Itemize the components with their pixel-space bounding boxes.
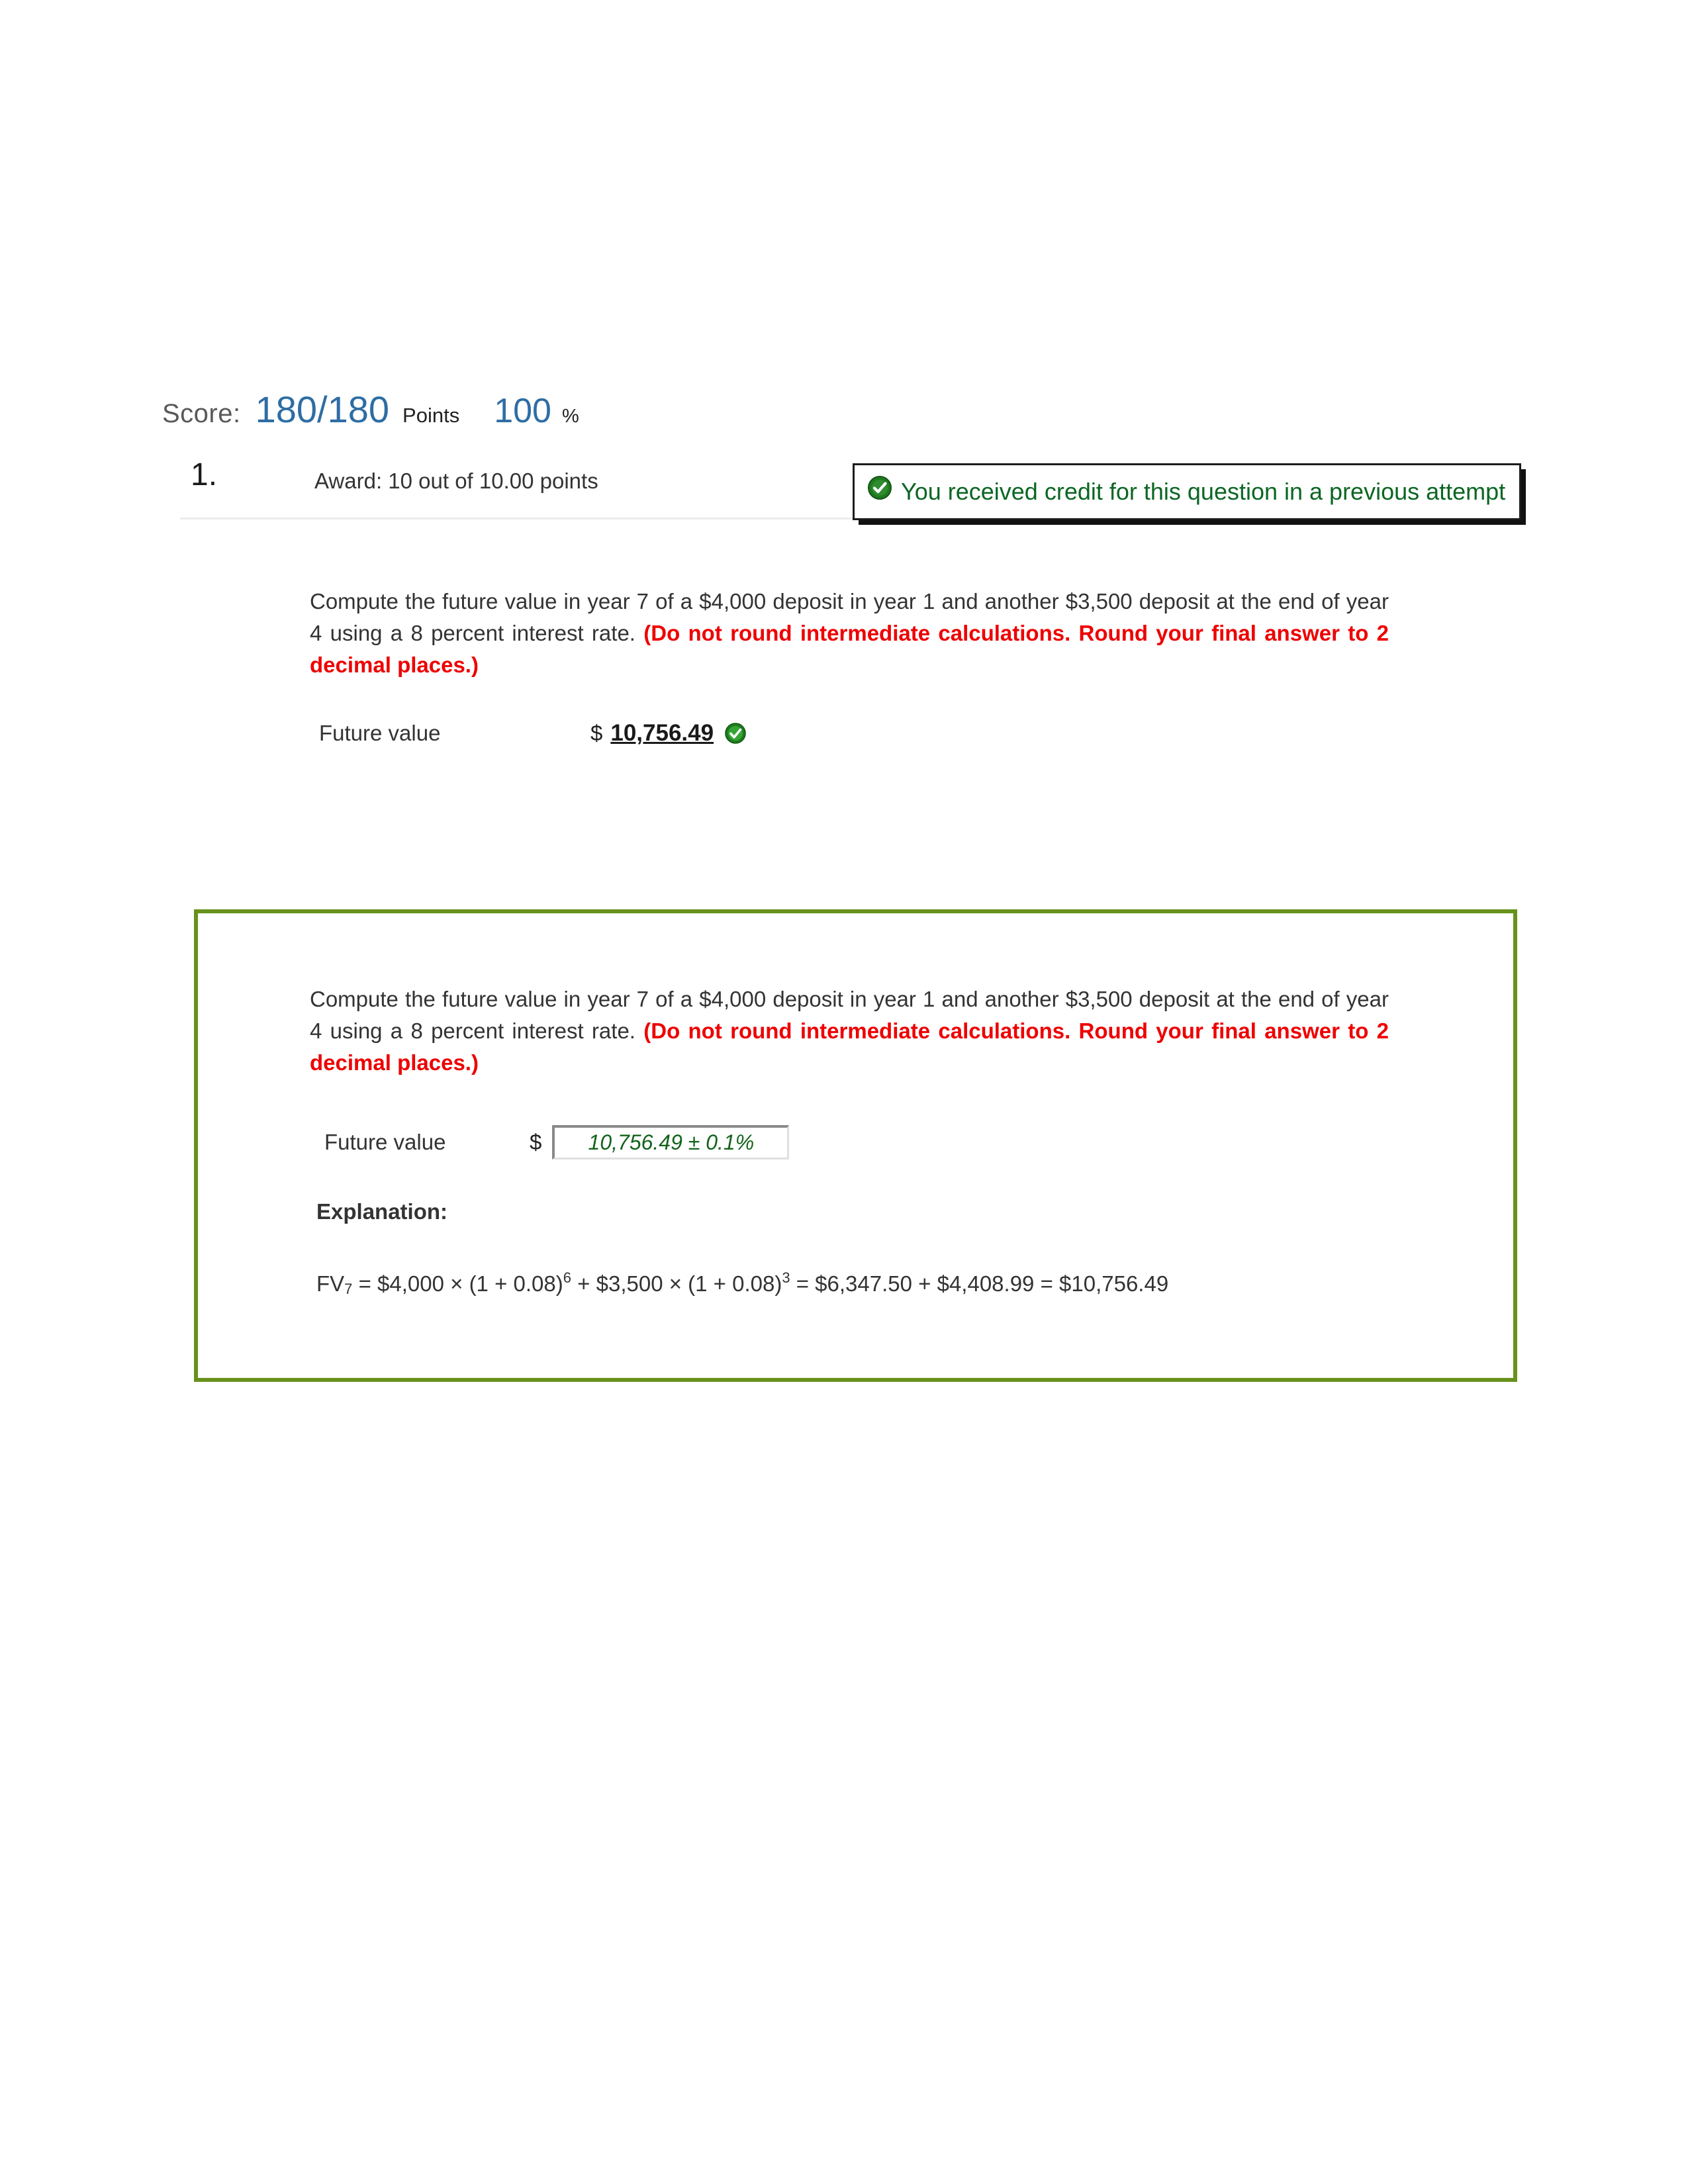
formula-fv-subscript: 7 <box>344 1281 353 1297</box>
question-prompt: Compute the future value in year 7 of a … <box>310 586 1389 681</box>
award-divider <box>180 518 855 520</box>
score-points-label: Points <box>402 404 460 427</box>
check-circle-icon <box>867 475 893 501</box>
formula-fv-symbol: FV <box>316 1271 345 1296</box>
formula-part2: + $3,500 × (1 + 0.08) <box>571 1271 782 1296</box>
score-summary: Score: 180/180 Points 100 % <box>162 388 579 431</box>
explanation-formula: FV7 = $4,000 × (1 + 0.08)6 + $3,500 × (1… <box>316 1269 1168 1298</box>
explanation-heading: Explanation: <box>316 1199 448 1224</box>
score-percent-sign: % <box>561 406 579 427</box>
score-label: Score: <box>162 399 241 428</box>
question-number: 1. <box>191 457 218 492</box>
answer-value: 10,756.49 <box>610 720 714 746</box>
score-value: 180/180 <box>255 388 390 430</box>
answer-row: Future value $ 10,756.49 <box>319 720 747 747</box>
formula-part1: = $4,000 × (1 + 0.08) <box>352 1271 563 1296</box>
formula-tail: = $6,347.50 + $4,408.99 = $10,756.49 <box>790 1271 1169 1296</box>
explanation-answer-row: Future value $ 10,756.49 ± 0.1% <box>324 1125 790 1160</box>
award-text: Award: 10 out of 10.00 points <box>314 469 598 493</box>
future-value-input[interactable]: 10,756.49 ± 0.1% <box>552 1125 790 1160</box>
explanation-answer-label: Future value <box>324 1130 446 1154</box>
credit-banner-text: You received credit for this question in… <box>901 478 1506 505</box>
future-value-input-value: 10,756.49 ± 0.1% <box>588 1130 755 1154</box>
check-circle-icon <box>724 722 747 745</box>
formula-exponent-1: 6 <box>563 1269 571 1286</box>
formula-exponent-2: 3 <box>782 1269 790 1286</box>
answer-label: Future value <box>319 721 441 745</box>
currency-symbol: $ <box>590 721 603 745</box>
explanation-currency-symbol: $ <box>530 1130 542 1154</box>
score-percent-value: 100 <box>494 392 551 430</box>
explanation-question-prompt: Compute the future value in year 7 of a … <box>310 983 1389 1079</box>
previous-attempt-credit-banner: You received credit for this question in… <box>853 463 1521 520</box>
